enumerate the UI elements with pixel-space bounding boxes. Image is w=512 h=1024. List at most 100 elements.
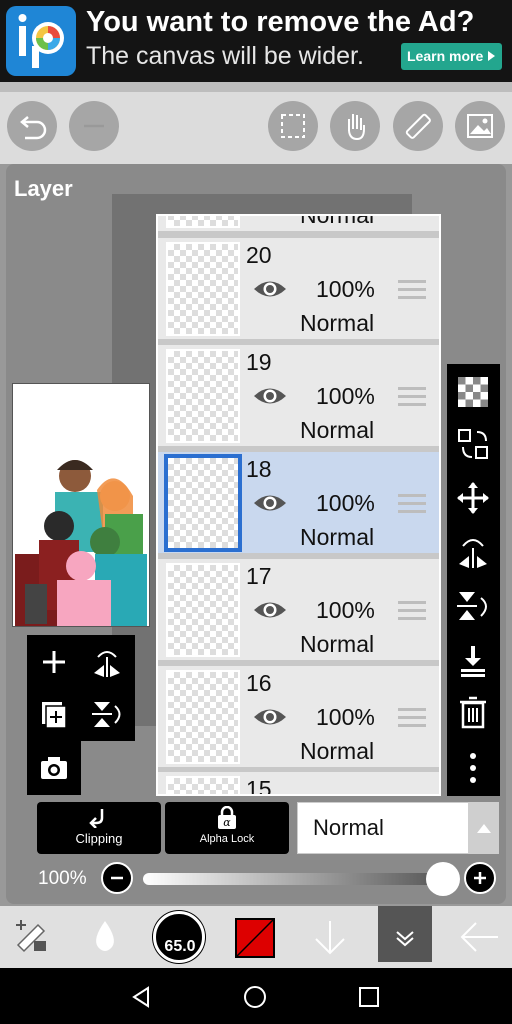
lock-icon: α [218,805,236,829]
clipping-label: Clipping [75,831,123,846]
eyedropper-icon[interactable] [88,917,122,957]
alpha-lock-label: Alpha Lock [199,833,255,845]
canvas-preview-thumbnail[interactable] [12,383,150,627]
image-button[interactable] [455,101,505,151]
transform-button[interactable] [455,480,491,516]
layer-blend-mode: Normal [300,524,375,550]
eye-icon[interactable] [252,278,288,300]
flip-canvas-horizontal-icon[interactable] [91,647,123,677]
delete-layer-button[interactable] [455,694,491,730]
ruler-icon [405,113,431,139]
eye-icon[interactable] [252,385,288,407]
layer-opacity: 100% [316,704,375,730]
layer-row-20[interactable]: 20 100% Normal [158,238,439,342]
trash-icon [460,696,486,729]
ibispaint-logo-icon[interactable] [6,6,76,76]
minus-icon [111,876,123,880]
clipping-button[interactable]: Clipping [37,802,161,854]
drag-handle-icon[interactable] [398,494,426,514]
duplicate-layer-icon[interactable] [39,699,69,729]
flip-vertical-icon [457,592,487,620]
flip-vertical-button[interactable] [455,588,491,624]
layer-thumbnail [166,216,240,228]
layer-opacity: 100% [316,490,375,516]
svg-text:α: α [223,816,231,829]
selection-button[interactable] [268,101,318,151]
new-transparent-layer-button[interactable] [455,374,491,410]
back-arrow-icon[interactable] [458,917,502,957]
ad-subtitle[interactable]: The canvas will be wider. [86,42,364,71]
merge-down-icon [461,646,485,677]
opacity-slider-handle[interactable] [426,862,460,896]
hand-icon [348,114,365,141]
flip-horizontal-icon [459,539,487,568]
opacity-increase-button[interactable] [464,862,496,894]
selection-icon [281,114,305,138]
opacity-slider[interactable] [143,873,445,885]
opacity-label: 100% [38,868,87,889]
drag-handle-icon[interactable] [398,387,426,407]
flip-horizontal-button[interactable] [455,534,491,570]
layer-thumbnail [166,670,240,764]
more-options-button[interactable] [455,750,491,786]
layer-thumbnail [166,563,240,657]
layer-thumbnail [166,349,240,443]
plus-icon [474,872,486,884]
chevron-up-icon [477,824,491,833]
layer-row-partial[interactable]: 15 [158,772,439,796]
drag-handle-icon[interactable] [398,601,426,621]
swap-layer-icon [458,429,488,459]
layer-opacity: 100% [316,276,375,302]
layers-list[interactable]: Normal 20 100% Normal 19 100% Normal 18 100% Nor… [156,214,441,796]
layer-opacity: 100% [316,597,375,623]
layer-panel-title: Layer [14,176,73,201]
alpha-lock-button[interactable]: α Alpha Lock [165,802,289,854]
tool-selection-icon[interactable] [12,917,52,957]
layer-number: 15 [246,776,272,796]
layer-row-16[interactable]: 16 100% Normal [158,666,439,770]
double-chevron-down-icon [396,931,414,947]
clipping-icon [89,809,104,829]
color-swatch[interactable] [235,918,275,958]
nav-home-icon[interactable] [242,984,268,1010]
layer-panel-toggle[interactable] [378,906,432,962]
drag-handle-icon[interactable] [398,708,426,728]
add-layer-icon[interactable] [39,647,69,677]
drag-handle-icon[interactable] [398,280,426,300]
nav-back-icon[interactable] [128,984,154,1010]
layer-row-17[interactable]: 17 100% Normal [158,559,439,663]
nav-recents-icon[interactable] [356,984,382,1010]
checkerboard-icon [458,377,488,407]
hand-tool-button[interactable] [330,101,380,151]
undo-icon [20,116,47,140]
artwork-preview [13,384,149,626]
layer-number: 20 [246,242,272,268]
opacity-decrease-button[interactable] [101,862,133,894]
camera-block [27,741,81,795]
move-layer-button[interactable] [455,426,491,462]
canvas-tools-block [27,635,135,741]
arrow-down-icon[interactable] [312,917,348,957]
undo-button[interactable] [7,101,57,151]
layer-blend-mode: Normal [300,310,375,336]
layer-blend-mode: Normal [300,417,375,443]
ad-title[interactable]: You want to remove the Ad? [86,6,474,39]
layer-row-partial[interactable]: Normal [158,214,439,234]
eye-icon[interactable] [252,492,288,514]
learn-more-button[interactable]: Learn more [401,43,502,70]
merge-down-button[interactable] [455,642,491,678]
camera-icon[interactable] [39,753,69,783]
ruler-button[interactable] [393,101,443,151]
layer-tools-strip [447,364,500,796]
layer-blend-mode: Normal [300,631,375,657]
eye-icon[interactable] [252,706,288,728]
layer-row-19[interactable]: 19 100% Normal [158,345,439,449]
layer-blend-mode: Normal [300,738,375,764]
flip-canvas-vertical-icon[interactable] [91,699,123,729]
redo-button[interactable] [69,101,119,151]
blend-mode-dropdown-button[interactable] [468,802,499,854]
secondary-color-slash [237,920,273,956]
layer-row-18[interactable]: 18 100% Normal [158,452,439,556]
layer-blend-mode: Normal [300,214,375,228]
eye-icon[interactable] [252,599,288,621]
